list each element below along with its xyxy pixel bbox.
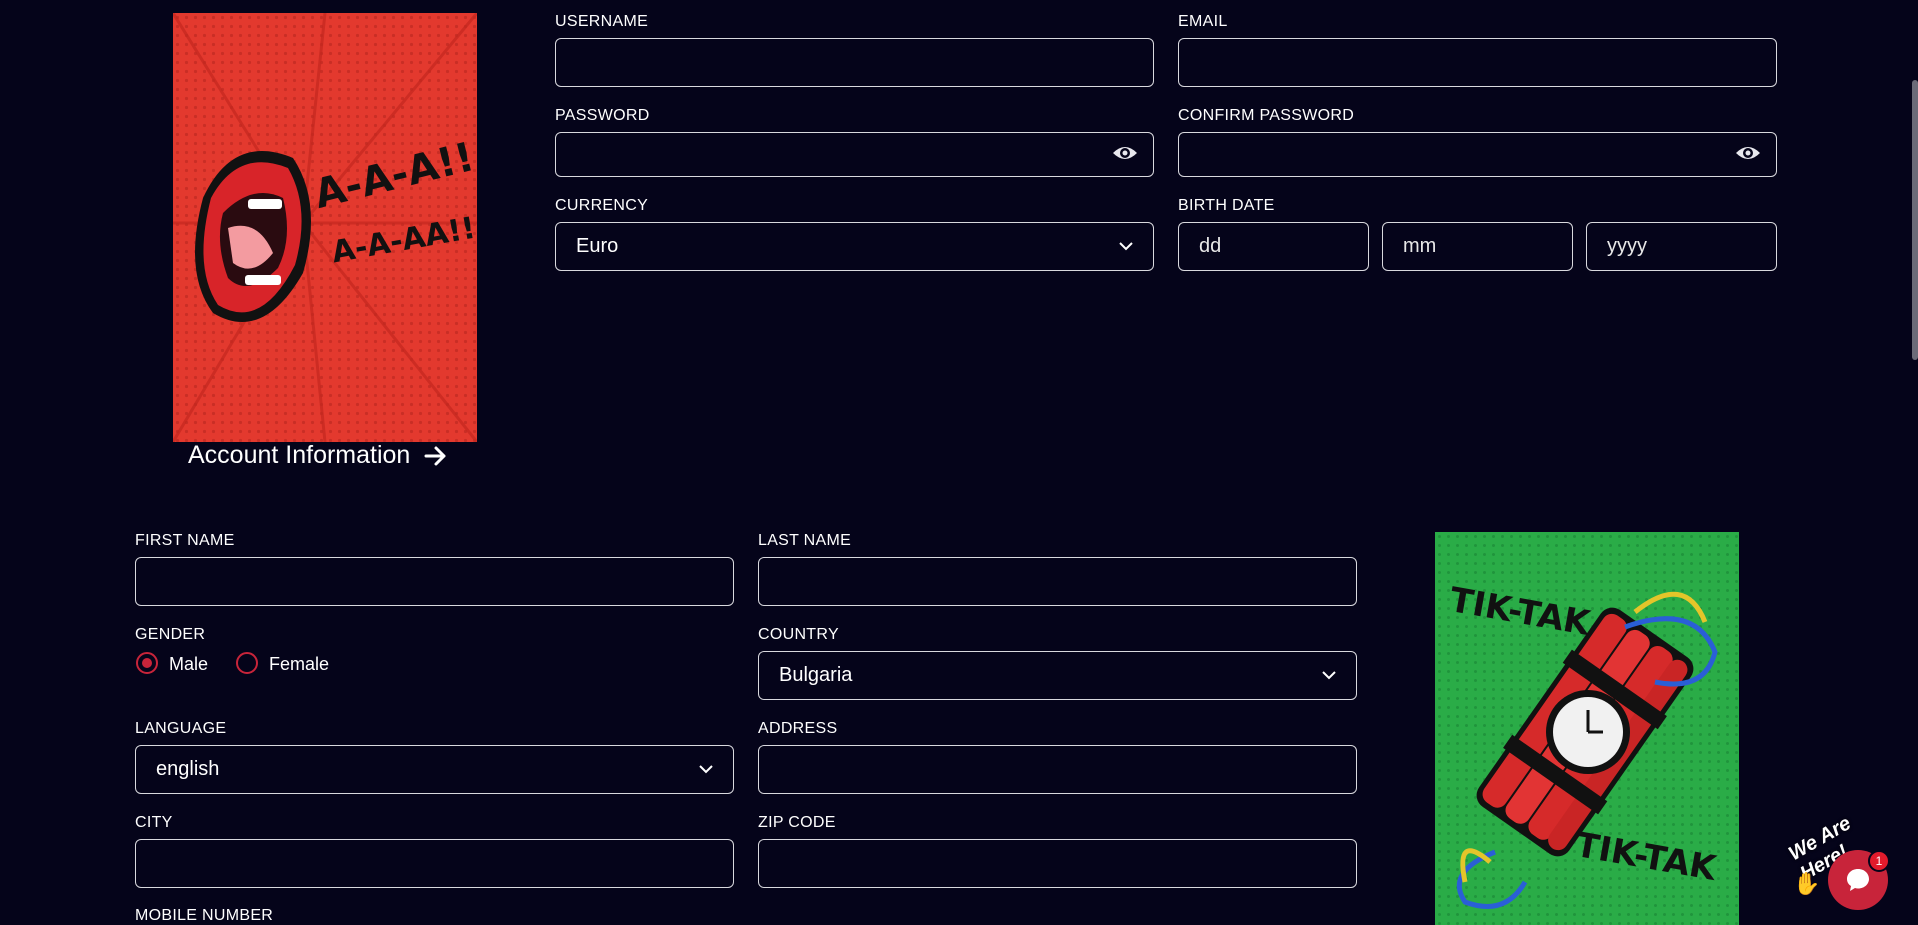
gender-option-male-label[interactable]: Male [169,654,208,675]
show-confirm-password-eye-icon[interactable] [1735,142,1761,164]
first-name-input[interactable] [135,557,734,606]
currency-select[interactable]: Euro [555,222,1154,271]
city-label: CITY [135,814,173,831]
arrow-right-icon [424,446,446,465]
chat-bubble-icon [1847,869,1869,891]
address-input[interactable] [758,745,1357,794]
birth-month-input[interactable] [1382,222,1573,271]
currency-selected-value: Euro [576,235,619,257]
account-poster-image: A-A-A!! A-A-AA!! [173,13,477,442]
confirm-password-input[interactable] [1178,132,1777,177]
address-label: ADDRESS [758,720,838,737]
chevron-down-icon [1322,671,1336,680]
gender-option-female-label[interactable]: Female [269,654,329,675]
zip-code-label: ZIP CODE [758,814,836,831]
country-selected-value: Bulgaria [779,664,853,686]
chat-notification-badge: 1 [1868,850,1890,872]
currency-label: CURRENCY [555,197,649,214]
language-label: LANGUAGE [135,720,227,737]
gender-radio-female[interactable] [236,652,258,674]
country-select[interactable]: Bulgaria [758,651,1357,700]
confirm-password-label: CONFIRM PASSWORD [1178,107,1355,124]
password-label: PASSWORD [555,107,650,124]
birth-date-label: BIRTH DATE [1178,197,1275,214]
username-input[interactable] [555,38,1154,87]
password-input[interactable] [555,132,1154,177]
waving-hand-icon: ✋ [1793,872,1821,897]
mobile-number-label: MOBILE NUMBER [135,907,274,924]
account-information-caption: Account Information [188,441,411,469]
show-password-eye-icon[interactable] [1112,142,1138,164]
city-input[interactable] [135,839,734,888]
first-name-label: FIRST NAME [135,532,235,549]
gender-radio-male[interactable] [136,652,158,674]
chat-badge-count: 1 [1875,854,1883,868]
email-label: EMAIL [1178,13,1228,30]
chevron-down-icon [1119,242,1133,251]
gender-label: GENDER [135,626,206,643]
last-name-input[interactable] [758,557,1357,606]
language-select[interactable]: english [135,745,734,794]
country-label: COUNTRY [758,626,839,643]
zip-code-input[interactable] [758,839,1357,888]
birth-year-input[interactable] [1586,222,1777,271]
email-input[interactable] [1178,38,1777,87]
page-scrollbar-thumb[interactable] [1912,80,1918,360]
personal-poster-image: TIK-TAK TIK-TAK [1435,532,1739,925]
username-label: USERNAME [555,13,649,30]
account-information-link[interactable]: Account Information [188,441,448,470]
birth-day-input[interactable] [1178,222,1369,271]
chevron-down-icon [699,765,713,774]
language-selected-value: english [156,758,220,780]
last-name-label: LAST NAME [758,532,852,549]
